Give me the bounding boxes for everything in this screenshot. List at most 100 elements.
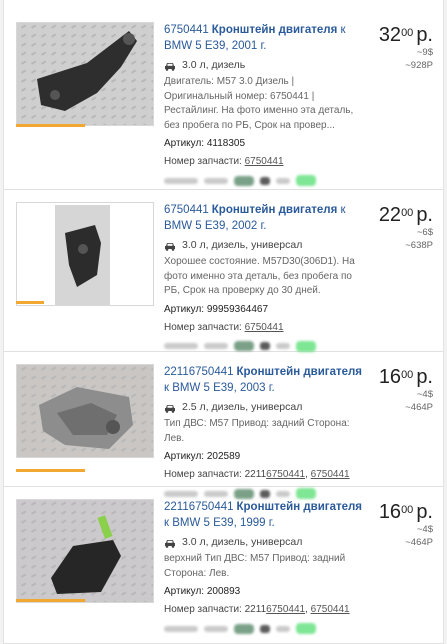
- listing-info: 6750441 Кронштейн двигателя к BMW 5 E39, …: [164, 202, 364, 352]
- listing-info: 22116750441 Кронштейн двигателя к BMW 5 E…: [164, 364, 364, 499]
- part-number-prefix: 2211: [244, 604, 267, 615]
- engine-spec-text: 3.0 л, дизель, универсал: [182, 239, 303, 251]
- part-name: Кронштейн двигателя: [211, 24, 338, 36]
- part-photo[interactable]: [16, 364, 154, 458]
- price-currency: р.: [416, 501, 433, 523]
- engine-spec: 3.0 л, дизель: [164, 58, 364, 73]
- listing-description: Тип ДВС: M57 Привод: задний Сторона: Лев…: [164, 418, 350, 444]
- listing-info: 22116750441 Кронштейн двигателя к BMW 5 E…: [164, 499, 364, 634]
- blurred-badge: [234, 623, 254, 634]
- listing-item[interactable]: 22116750441 Кронштейн двигателя к BMW 5 E…: [4, 487, 443, 644]
- price-block: 1600 р. ~4$ ~464Р: [379, 501, 433, 549]
- blurred-badge: [296, 175, 316, 186]
- listing-description: верхний Тип ДВС: M57 Привод: задний Стор…: [164, 553, 346, 579]
- listing-item[interactable]: 6750441 Кронштейн двигателя к BMW 5 E39, …: [4, 0, 443, 190]
- price-integer: 22: [378, 204, 402, 226]
- part-number-link[interactable]: 6750441: [245, 322, 284, 333]
- price-usd: ~4$: [416, 389, 433, 400]
- listing-item[interactable]: 6750441 Кронштейн двигателя к BMW 5 E39, …: [4, 190, 443, 352]
- price-decimal: 00: [401, 369, 414, 381]
- price-byn: 3200 р.: [379, 24, 433, 46]
- blurred-badge: [260, 176, 270, 185]
- part-number: Номер запчасти: 6750441: [164, 154, 364, 169]
- part-photo[interactable]: [16, 202, 154, 306]
- blurred-badge: [204, 177, 228, 184]
- listing-title-link[interactable]: 22116750441 Кронштейн двигателя к BMW 5 E…: [164, 499, 364, 531]
- price-rub: ~638Р: [405, 240, 433, 251]
- price-currency: р.: [416, 24, 433, 46]
- price-usd: ~9$: [416, 47, 433, 58]
- part-number-link[interactable]: 6750441: [266, 604, 305, 615]
- part-name: Кронштейн двигателя: [211, 204, 338, 216]
- price-rub: ~464Р: [405, 537, 433, 548]
- part-number: Номер запчасти: 22116750441, 6750441: [164, 467, 364, 482]
- article-number: Артикул: 200893: [164, 584, 364, 599]
- part-name: Кронштейн двигателя: [236, 366, 363, 378]
- price-block: 1600 р. ~4$ ~464Р: [379, 366, 433, 414]
- blurred-badge: [164, 343, 198, 349]
- blurred-badge: [164, 625, 198, 632]
- part-code: 22116750441: [164, 501, 234, 513]
- car-model-year: к BMW 5 E39, 2003 г.: [164, 382, 275, 394]
- price-decimal: 00: [401, 504, 414, 516]
- listing-title-link[interactable]: 6750441 Кронштейн двигателя к BMW 5 E39, …: [164, 202, 364, 234]
- part-photo[interactable]: [16, 499, 154, 603]
- price-rub: ~928Р: [405, 60, 433, 71]
- blurred-badge: [260, 624, 270, 633]
- blurred-badge: [296, 340, 316, 352]
- article-value: 200893: [206, 586, 241, 597]
- car-model-year: к BMW 5 E39, 1999 г.: [164, 517, 275, 529]
- price-integer: 16: [378, 501, 402, 523]
- seller-badges: [164, 623, 364, 634]
- price-usd: ~6$: [416, 227, 433, 238]
- photo-progress-bar: [16, 301, 44, 304]
- listing-results: 6750441 Кронштейн двигателя к BMW 5 E39, …: [3, 0, 444, 644]
- listing-description: Хорошее состояние. M57D30(306D1). На фот…: [164, 256, 355, 296]
- engine-spec: 3.0 л, дизель, универсал: [164, 535, 364, 550]
- part-code: 6750441: [164, 204, 209, 216]
- engine-spec-text: 2.5 л, дизель, универсал: [182, 401, 303, 413]
- car-icon: [164, 241, 176, 251]
- part-number-link[interactable]: 6750441: [311, 469, 350, 480]
- price-rub: ~464Р: [405, 402, 433, 413]
- blurred-badge: [276, 177, 290, 184]
- price-currency: р.: [416, 366, 433, 388]
- part-number-label: Номер запчасти:: [164, 604, 245, 615]
- photo-progress-bar: [16, 599, 85, 602]
- price-integer: 16: [378, 366, 402, 388]
- article-number: Артикул: 99959364467: [164, 302, 364, 317]
- article-value: 4118305: [206, 138, 246, 149]
- blurred-badge: [204, 625, 228, 632]
- part-number-label: Номер запчасти:: [164, 469, 245, 480]
- listing-item[interactable]: 22116750441 Кронштейн двигателя к BMW 5 E…: [4, 352, 443, 499]
- price-integer: 32: [378, 24, 402, 46]
- engine-spec: 3.0 л, дизель, универсал: [164, 238, 364, 253]
- price-byn: 1600 р.: [379, 501, 433, 523]
- part-number-link[interactable]: 6750441: [266, 469, 305, 480]
- seller-badges: [164, 340, 364, 352]
- article-value: 202589: [206, 451, 241, 462]
- part-number-link[interactable]: 6750441: [311, 604, 350, 615]
- listing-title-link[interactable]: 6750441 Кронштейн двигателя к BMW 5 E39, …: [164, 22, 364, 54]
- listing-description: Двигатель: M57 3.0 Дизель | Оригинальный…: [164, 76, 354, 131]
- part-number: Номер запчасти: 6750441: [164, 320, 364, 335]
- part-number: Номер запчасти: 22116750441, 6750441: [164, 602, 364, 617]
- car-icon: [164, 61, 176, 71]
- price-block: 3200 р. ~9$ ~928Р: [379, 24, 433, 72]
- part-photo[interactable]: [16, 22, 154, 126]
- engine-spec: 2.5 л, дизель, универсал: [164, 400, 364, 415]
- blurred-badge: [276, 625, 290, 632]
- blurred-badge: [164, 177, 198, 184]
- listing-title-link[interactable]: 22116750441 Кронштейн двигателя к BMW 5 E…: [164, 364, 364, 396]
- blurred-badge: [260, 342, 270, 350]
- car-icon: [164, 538, 176, 548]
- seller-badges: [164, 175, 364, 186]
- blurred-badge: [234, 341, 254, 351]
- part-number-label: Номер запчасти:: [164, 321, 245, 333]
- article-number: Артикул: 4118305: [164, 136, 364, 151]
- part-number-prefix: 2211: [244, 469, 267, 480]
- part-code: 22116750441: [164, 366, 234, 378]
- price-decimal: 00: [401, 207, 414, 219]
- engine-spec-text: 3.0 л, дизель: [182, 59, 246, 71]
- part-number-link[interactable]: 6750441: [245, 156, 284, 167]
